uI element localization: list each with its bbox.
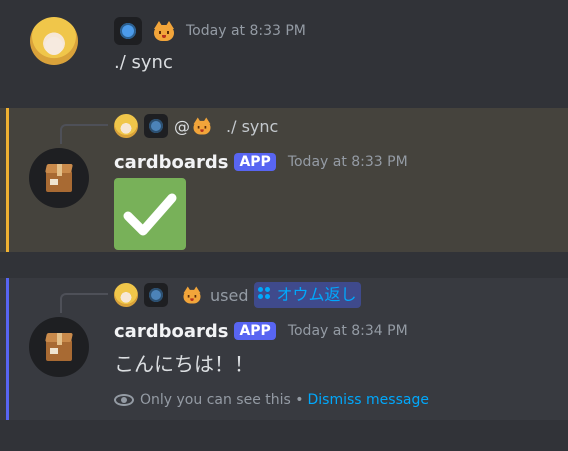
interaction-role-badge-icon: [144, 283, 168, 307]
eye-icon: [114, 394, 134, 406]
used-label: used: [210, 285, 249, 305]
chat-view: Today at 8:33 PM ./ sync @ ./ sync cardb…: [0, 0, 568, 451]
reply-preview[interactable]: @ ./ sync: [114, 113, 278, 139]
slash-command-chip[interactable]: オウム返し: [254, 282, 361, 308]
reply-user-avatar[interactable]: [114, 114, 138, 138]
checkmark-emoji-icon: [114, 178, 186, 250]
bot-avatar[interactable]: [29, 148, 89, 208]
bot-avatar[interactable]: [29, 317, 89, 377]
ephemeral-highlight-bar: [6, 278, 9, 420]
package-icon: [44, 163, 74, 193]
mention-highlight-bar: [6, 108, 9, 252]
message-timestamp[interactable]: Today at 8:34 PM: [288, 323, 408, 339]
slash-command-name: オウム返し: [276, 285, 357, 304]
message-content: ./ sync: [114, 52, 173, 73]
reply-cat-emoji-icon: [192, 117, 212, 136]
interaction-cat-emoji-icon: [182, 286, 202, 305]
author-name[interactable]: cardboards: [114, 152, 228, 173]
author-name[interactable]: cardboards: [114, 321, 228, 342]
reply-mention-at[interactable]: @: [174, 117, 190, 136]
reply-role-badge-icon: [144, 114, 168, 138]
app-badge: APP: [234, 322, 276, 340]
user-avatar[interactable]: [30, 17, 78, 65]
message-timestamp[interactable]: Today at 8:33 PM: [186, 23, 306, 39]
message-timestamp[interactable]: Today at 8:33 PM: [288, 154, 408, 170]
user-role-badge-icon[interactable]: [114, 17, 142, 45]
interaction-user-avatar[interactable]: [114, 283, 138, 307]
package-icon: [44, 332, 74, 362]
slash-command-icon: [258, 287, 272, 301]
app-badge: APP: [234, 153, 276, 171]
reply-connector: [60, 124, 108, 144]
ephemeral-notice: Only you can see this •: [140, 392, 304, 408]
cat-emoji-icon: [152, 20, 176, 42]
dismiss-message-link[interactable]: Dismiss message: [308, 392, 429, 408]
reply-preview-text[interactable]: ./ sync: [226, 117, 278, 136]
interaction-header: used オウム返し: [114, 281, 361, 309]
message-content: こんにちは！！: [114, 352, 254, 376]
interaction-connector: [60, 293, 108, 313]
